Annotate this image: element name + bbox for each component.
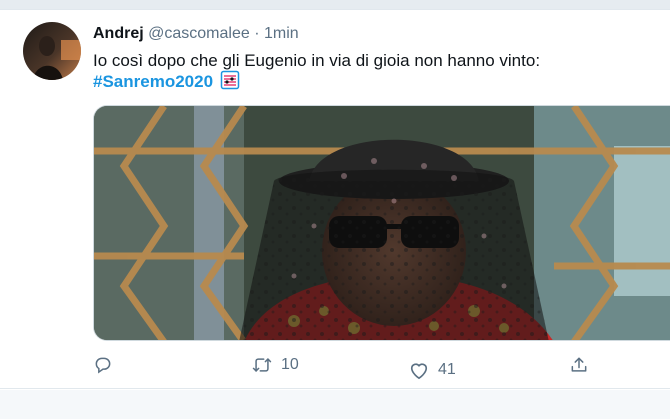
reply-icon xyxy=(93,355,113,375)
avatar[interactable] xyxy=(23,22,81,80)
hashtag-line: #Sanremo2020 xyxy=(93,70,240,96)
retweet-icon xyxy=(251,355,273,375)
retweet-button[interactable]: 10 xyxy=(251,352,299,378)
retweet-count: 10 xyxy=(281,356,299,373)
share-icon xyxy=(569,355,589,375)
author-name[interactable]: Andrej xyxy=(93,25,144,42)
separator-dot: · xyxy=(254,25,260,42)
tweet-text: Io così dopo che gli Eugenio in via di g… xyxy=(93,51,541,70)
tweet-header: Andrej @cascomalee · 1min xyxy=(93,24,299,44)
tweet-media-photo[interactable] xyxy=(93,105,670,341)
tweet-timestamp[interactable]: 1min xyxy=(264,25,299,42)
reply-button[interactable] xyxy=(93,352,121,378)
share-button[interactable] xyxy=(569,352,589,378)
timeline-divider xyxy=(0,0,670,10)
musical-score-icon xyxy=(220,70,240,96)
tweet-card[interactable]: Andrej @cascomalee · 1min Io così dopo c… xyxy=(0,10,670,389)
like-button[interactable]: 41 xyxy=(408,357,456,383)
heart-icon xyxy=(408,360,430,380)
author-handle[interactable]: @cascomalee xyxy=(148,25,250,42)
hashtag-link[interactable]: #Sanremo2020 xyxy=(93,72,213,91)
tweet-actions: 10 41 xyxy=(93,352,670,380)
next-tweet-preview xyxy=(0,390,670,419)
like-count: 41 xyxy=(438,361,456,378)
